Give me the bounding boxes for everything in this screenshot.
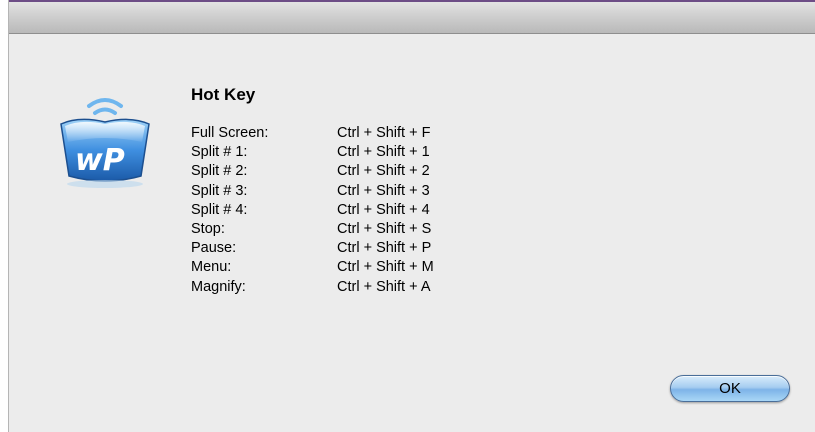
hotkey-row: Split # 3: Ctrl + Shift + 3 bbox=[191, 182, 434, 201]
hotkey-action: Split # 1: bbox=[191, 144, 248, 161]
hotkey-action: Split # 4: bbox=[191, 201, 248, 218]
hotkey-shortcut: Ctrl + Shift + F bbox=[337, 125, 431, 141]
hotkey-row: Magnify: Ctrl + Shift + A bbox=[191, 278, 434, 297]
hotkey-shortcut: Ctrl + Shift + 3 bbox=[337, 182, 430, 199]
hotkey-action: Pause: bbox=[191, 240, 237, 257]
hotkey-shortcut: Ctrl + Shift + 2 bbox=[337, 163, 430, 180]
logo-text: wP bbox=[75, 143, 125, 178]
hotkey-row: Split # 1: Ctrl + Shift + 1 bbox=[191, 143, 434, 162]
window-titlebar[interactable] bbox=[9, 0, 815, 34]
hotkey-shortcut: Ctrl + Shift + 4 bbox=[337, 201, 430, 218]
hotkey-shortcut: Ctrl + Shift + 1 bbox=[337, 144, 430, 161]
hotkey-action: Full Screen: bbox=[191, 125, 269, 141]
hotkey-dialog: wP Hot Key Full Screen: Ctrl + Shift + F… bbox=[8, 0, 815, 432]
hotkey-shortcut: Ctrl + Shift + A bbox=[337, 278, 431, 295]
hotkey-action: Stop: bbox=[191, 220, 225, 237]
hotkey-row: Split # 4: Ctrl + Shift + 4 bbox=[191, 201, 434, 220]
hotkey-shortcut: Ctrl + Shift + S bbox=[337, 220, 432, 237]
hotkey-row: Pause: Ctrl + Shift + P bbox=[191, 239, 434, 258]
hotkey-row: Menu: Ctrl + Shift + M bbox=[191, 258, 434, 277]
hotkey-shortcut: Ctrl + Shift + M bbox=[337, 259, 434, 276]
ok-button[interactable]: OK bbox=[670, 375, 790, 402]
wp-logo-icon: wP bbox=[49, 80, 161, 192]
hotkey-action: Split # 3: bbox=[191, 182, 248, 199]
hotkey-list: Full Screen: Ctrl + Shift + F Split # 1:… bbox=[191, 124, 434, 297]
hotkey-row: Stop: Ctrl + Shift + S bbox=[191, 220, 434, 239]
hotkey-action: Menu: bbox=[191, 259, 232, 276]
hotkey-action: Split # 2: bbox=[191, 163, 248, 180]
hotkey-shortcut: Ctrl + Shift + P bbox=[337, 240, 432, 257]
dialog-heading: Hot Key bbox=[191, 85, 256, 104]
hotkey-row: Split # 2: Ctrl + Shift + 2 bbox=[191, 162, 434, 181]
hotkey-action: Magnify: bbox=[191, 278, 246, 295]
hotkey-row: Full Screen: Ctrl + Shift + F bbox=[191, 124, 434, 143]
